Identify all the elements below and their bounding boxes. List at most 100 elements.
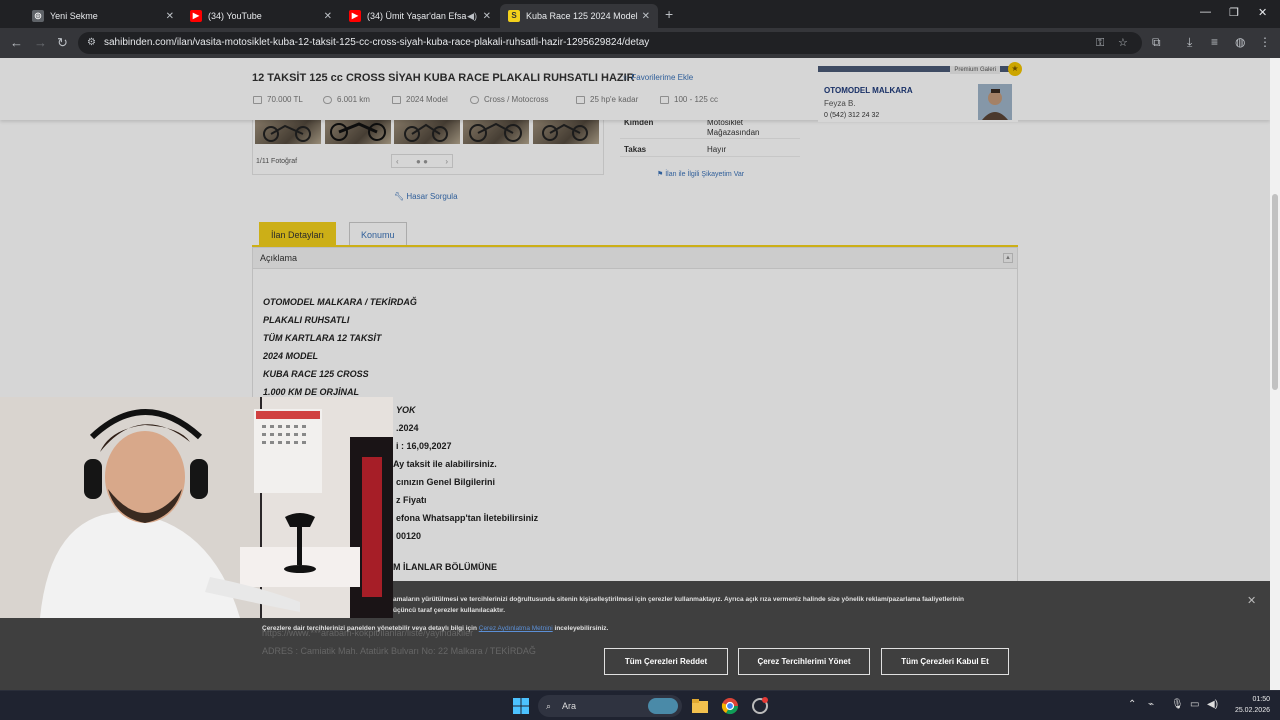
description-line: TÜM KARTLARA 12 TAKSİT: [263, 333, 382, 343]
chevron-up-icon[interactable]: ⌃: [1128, 699, 1136, 710]
webcam-overlay: [0, 397, 393, 618]
manage-cookies-button[interactable]: Çerez Tercihlerimi Yönet: [738, 648, 870, 675]
app-icon[interactable]: [751, 697, 769, 715]
close-icon[interactable]: ✕: [483, 11, 491, 22]
scrollbar-thumb[interactable]: [1272, 194, 1278, 390]
damage-query-link[interactable]: 🔧︎ Hasar Sorgula: [394, 192, 458, 201]
microphone-icon[interactable]: 🎙︎: [1171, 699, 1184, 710]
reject-all-cookies-button[interactable]: Tüm Çerezleri Reddet: [604, 648, 728, 675]
taskbar-search[interactable]: ⌕ Ara: [538, 695, 682, 717]
engine-icon: [576, 95, 585, 104]
system-clock[interactable]: 01:50 25.02.2026: [1228, 694, 1270, 716]
divider: [620, 156, 800, 157]
description-line: efona Whatsapp'tan İletebilirsiniz: [396, 513, 539, 523]
description-line: Ay taksit ile alabilirsiniz.: [393, 459, 497, 469]
chevron-right-icon[interactable]: ›: [445, 157, 448, 166]
description-line: ADRES : Camiatik Mah. Atatürk Bulvarı No…: [262, 646, 536, 656]
description-line: .2024: [396, 423, 419, 433]
youtube-icon: ▶: [190, 10, 202, 22]
premium-star-icon: ★: [1008, 62, 1022, 76]
description-header: Açıklama ▲: [252, 247, 1018, 269]
speedometer-icon: [323, 95, 332, 104]
close-icon[interactable]: ✕: [642, 11, 650, 22]
gallery-thumbnail[interactable]: [255, 120, 321, 144]
description-line: KUBA RACE 125 CROSS: [263, 369, 369, 379]
description-line: 2024 MODEL: [263, 351, 319, 361]
tab-search-icon[interactable]: ≡: [1211, 35, 1218, 49]
seller-avatar: [978, 84, 1012, 120]
network-icon[interactable]: ⌁: [1148, 699, 1154, 710]
page-scrollbar[interactable]: [1270, 58, 1280, 690]
browser-tab-strip: ◎ Yeni Sekme ✕ ▶ (34) YouTube ✕ ▶ (34) Ü…: [0, 0, 1280, 28]
display-icon[interactable]: ▭: [1190, 699, 1199, 710]
description-line: PLAKALI RUHSATLI: [263, 315, 350, 325]
gallery-thumbnail[interactable]: [394, 120, 460, 144]
collapse-icon[interactable]: ▲: [1003, 253, 1013, 263]
close-icon[interactable]: ✕: [1247, 594, 1256, 607]
minimize-button[interactable]: —: [1200, 6, 1211, 18]
volume-icon[interactable]: ◀): [1207, 699, 1218, 710]
youtube-icon: ▶: [349, 10, 361, 22]
pager-dots: ● ●: [416, 156, 428, 166]
gallery-thumbnail[interactable]: [463, 120, 529, 144]
close-icon[interactable]: ✕: [324, 11, 332, 22]
extensions-icon[interactable]: ⧉: [1152, 35, 1161, 50]
maximize-button[interactable]: ❐: [1229, 6, 1239, 19]
browser-toolbar: ← → ↻ ⚙ sahibinden.com/ilan/vasita-motos…: [0, 28, 1280, 58]
detail-value: Hayır: [707, 145, 727, 154]
megaphone-icon: ⚑: [657, 171, 666, 178]
file-explorer-icon[interactable]: [691, 697, 709, 715]
chevron-left-icon[interactable]: ‹: [396, 157, 399, 166]
profile-avatar-icon[interactable]: ◍: [1235, 35, 1245, 49]
price-icon: [253, 95, 262, 104]
close-icon[interactable]: ✕: [166, 11, 174, 22]
password-key-icon[interactable]: ⚿: [1096, 32, 1104, 54]
tab-listing-details[interactable]: İlan Detayları: [259, 222, 337, 246]
listing-title: 12 TAKSİT 125 cc CROSS SİYAH KUBA RACE P…: [252, 72, 635, 84]
search-highlight-icon: [648, 698, 678, 714]
accept-all-cookies-button[interactable]: Tüm Çerezleri Kabul Et: [881, 648, 1009, 675]
description-line: YOK: [396, 405, 416, 415]
new-tab-button[interactable]: +: [665, 6, 673, 22]
cookie-policy-link[interactable]: Çerez Aydınlatma Metnini: [479, 625, 553, 632]
tab-location[interactable]: Konumu: [349, 222, 407, 246]
description-line: cınızın Genel Bilgilerini: [396, 477, 496, 487]
menu-icon[interactable]: ⋮: [1259, 35, 1271, 49]
spec-year: 2024 Model: [392, 95, 448, 104]
bookmark-star-icon[interactable]: ☆: [1118, 32, 1128, 54]
cookie-text: üçüncü taraf çerezler kullanılacaktır.: [393, 607, 505, 614]
chrome-icon[interactable]: [721, 697, 739, 715]
detail-label: Takas: [624, 145, 647, 154]
add-favorite-link[interactable]: ☆ Favorilerime Ekle: [622, 73, 693, 82]
download-icon[interactable]: ⤓: [1187, 35, 1192, 50]
back-button[interactable]: ←: [10, 35, 23, 50]
cookie-text: amaların yürütülmesi ve tercihlerinizi d…: [393, 596, 965, 603]
address-bar[interactable]: ⚙ sahibinden.com/ilan/vasita-motosiklet-…: [78, 32, 1142, 54]
windows-start-icon[interactable]: [512, 697, 530, 715]
cc-icon: [660, 95, 669, 104]
gallery-thumbnail[interactable]: [533, 120, 599, 144]
description-line: https://www.***arabam-kokpit/ilanlar/lis…: [262, 628, 474, 638]
chrome-icon: ◎: [32, 10, 44, 22]
spec-km: 6.001 km: [323, 95, 370, 104]
photo-counter: 1/11 Fotoğraf: [256, 158, 298, 165]
complaint-link[interactable]: ⚑ İlan ile İlgili Şikayetim Var: [657, 170, 744, 178]
gallery-pager: ‹ ● ● ›: [391, 154, 453, 168]
forward-button[interactable]: →: [34, 35, 47, 50]
tab-sahibinden[interactable]: S Kuba Race 125 2024 Model Cro ✕: [500, 4, 658, 28]
description-line: M İLANLAR BÖLÜMÜNE: [393, 562, 497, 572]
spec-type: Cross / Motocross: [470, 95, 548, 104]
search-icon: ⌕: [546, 701, 552, 711]
tab-youtube[interactable]: ▶ (34) YouTube ✕: [182, 4, 340, 28]
seller-name[interactable]: OTOMODEL MALKARA: [824, 86, 913, 95]
spec-price: 70.000 TL: [253, 95, 303, 104]
window-close-button[interactable]: ✕: [1258, 6, 1267, 19]
reload-button[interactable]: ↻: [57, 35, 68, 51]
tab-youtube-video[interactable]: ▶ (34) Ümit Yaşar'dan Efsane ◀) ✕: [341, 4, 499, 28]
gallery-thumbnail[interactable]: [325, 120, 391, 144]
description-line: OTOMODEL MALKARA / TEKİRDAĞ: [263, 297, 417, 307]
motorbike-icon: [470, 95, 479, 104]
tab-new-tab[interactable]: ◎ Yeni Sekme ✕: [24, 4, 182, 28]
seller-card[interactable]: Premium Galeri ★ OTOMODEL MALKARA Feyza …: [818, 62, 1022, 122]
site-info-icon[interactable]: ⚙: [87, 32, 96, 54]
